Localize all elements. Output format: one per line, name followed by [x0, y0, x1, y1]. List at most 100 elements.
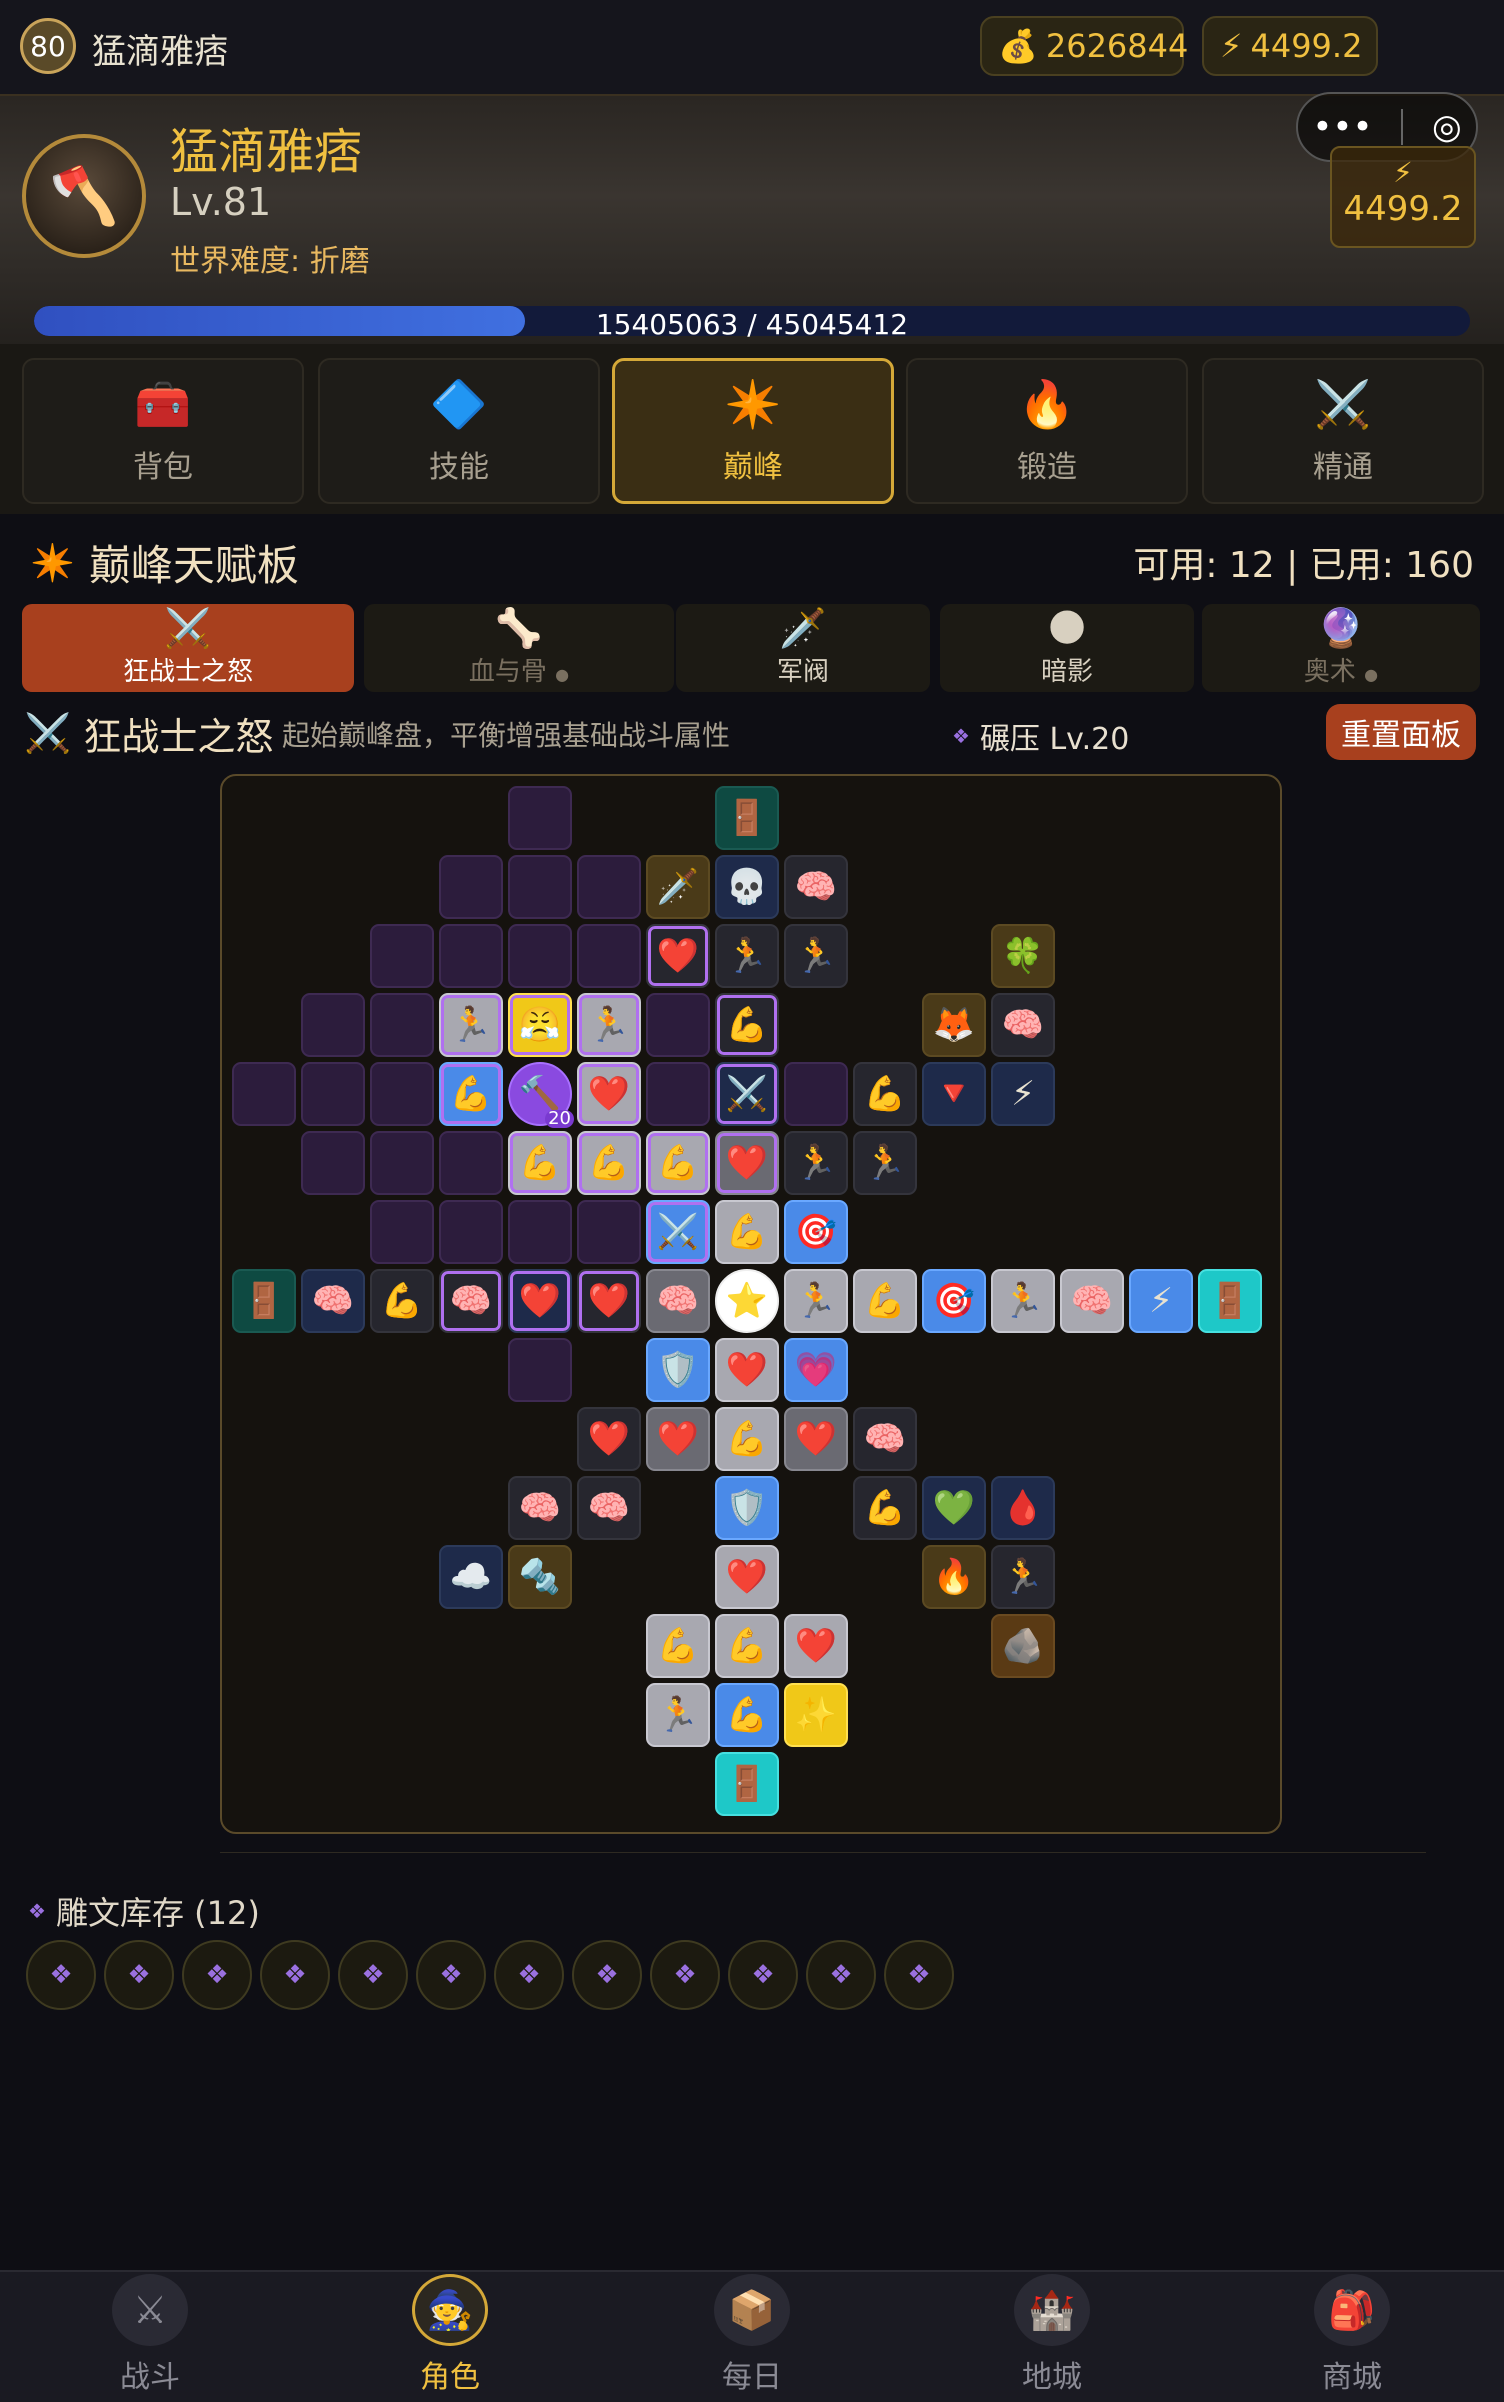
paragon-node[interactable]: 🧠	[991, 993, 1055, 1057]
paragon-node[interactable]: 💪	[715, 993, 779, 1057]
paragon-node-empty[interactable]	[646, 993, 710, 1057]
equipped-glyph[interactable]: ❖ 碾压 Lv.20	[952, 714, 1129, 758]
paragon-node-empty[interactable]	[370, 924, 434, 988]
paragon-node-empty[interactable]	[508, 1200, 572, 1264]
paragon-node[interactable]: 🗡️	[646, 855, 710, 919]
paragon-node-empty[interactable]	[577, 1200, 641, 1264]
paragon-node-empty[interactable]	[439, 1200, 503, 1264]
paragon-node-empty[interactable]	[439, 924, 503, 988]
paragon-node[interactable]: 🏃	[577, 993, 641, 1057]
paragon-node[interactable]: ✨	[784, 1683, 848, 1747]
paragon-node[interactable]: 💪	[439, 1062, 503, 1126]
paragon-node[interactable]: 💪	[715, 1614, 779, 1678]
paragon-node[interactable]: 🧠	[577, 1476, 641, 1540]
paragon-node-empty[interactable]	[232, 1062, 296, 1126]
paragon-node[interactable]: 🚪	[232, 1269, 296, 1333]
paragon-node[interactable]: ❤️	[715, 1338, 779, 1402]
paragon-node[interactable]: 🚪	[1198, 1269, 1262, 1333]
paragon-node-empty[interactable]	[577, 924, 641, 988]
glyph-slot[interactable]: ❖	[338, 1940, 408, 2010]
paragon-node-empty[interactable]	[508, 855, 572, 919]
paragon-node[interactable]: 🎯	[922, 1269, 986, 1333]
glyph-slot[interactable]: ❖	[26, 1940, 96, 2010]
paragon-node[interactable]: 🔥	[922, 1545, 986, 1609]
paragon-node[interactable]: 💪	[646, 1614, 710, 1678]
paragon-node[interactable]: 🏃	[784, 1131, 848, 1195]
paragon-node[interactable]: 🔩	[508, 1545, 572, 1609]
hero-avatar[interactable]: 🪓	[22, 134, 146, 258]
paragon-node[interactable]: ❤️	[784, 1614, 848, 1678]
glyph-slot[interactable]: ❖	[572, 1940, 642, 2010]
tab-mastery[interactable]: ⚔️ 精通	[1202, 358, 1484, 504]
tab-skills[interactable]: 🔷 技能	[318, 358, 600, 504]
paragon-node[interactable]: 💪	[853, 1062, 917, 1126]
paragon-node[interactable]: 🎯	[784, 1200, 848, 1264]
paragon-node[interactable]: 🏃	[646, 1683, 710, 1747]
glyph-slot[interactable]: ❖	[806, 1940, 876, 2010]
glyph-slot[interactable]: ❖	[494, 1940, 564, 2010]
energy-panel[interactable]: ⚡ 4499.2	[1330, 146, 1476, 248]
paragon-node-empty[interactable]	[439, 1131, 503, 1195]
nav-shop[interactable]: 🎒 商城	[1252, 2274, 1452, 2396]
paragon-node[interactable]: 🏃	[439, 993, 503, 1057]
energy-counter[interactable]: ⚡ 4499.2	[1202, 16, 1378, 76]
paragon-node[interactable]: 😤	[508, 993, 572, 1057]
paragon-node[interactable]: ❤️	[577, 1407, 641, 1471]
paragon-node[interactable]: ⚡	[1129, 1269, 1193, 1333]
more-menu-icon[interactable]: •••	[1312, 107, 1372, 147]
paragon-node-empty[interactable]	[301, 1062, 365, 1126]
board-tab-blood-bone[interactable]: 🦴 血与骨 ●	[364, 604, 674, 692]
paragon-node[interactable]: ❤️	[577, 1269, 641, 1333]
paragon-node[interactable]: 🔻	[922, 1062, 986, 1126]
glyph-slot[interactable]: ❖	[104, 1940, 174, 2010]
tab-backpack[interactable]: 🧰 背包	[22, 358, 304, 504]
glyph-slot[interactable]: ❖	[884, 1940, 954, 2010]
paragon-node-empty[interactable]	[301, 1131, 365, 1195]
paragon-node[interactable]: 💪	[370, 1269, 434, 1333]
paragon-node[interactable]: 💚	[922, 1476, 986, 1540]
tab-paragon[interactable]: ✴️ 巅峰	[612, 358, 894, 504]
paragon-node[interactable]: ☁️	[439, 1545, 503, 1609]
paragon-node-empty[interactable]	[370, 1131, 434, 1195]
paragon-node[interactable]: 💪	[853, 1269, 917, 1333]
paragon-node[interactable]: ❤️	[508, 1269, 572, 1333]
paragon-node[interactable]: 💪	[715, 1407, 779, 1471]
paragon-node[interactable]: 🚪	[715, 1752, 779, 1816]
paragon-node[interactable]: ⚔️	[715, 1062, 779, 1126]
paragon-node[interactable]: 💪	[715, 1683, 779, 1747]
board-tab-berserker[interactable]: ⚔️ 狂战士之怒	[22, 604, 354, 692]
paragon-node[interactable]: 🧠	[784, 855, 848, 919]
paragon-node[interactable]: 🛡️	[646, 1338, 710, 1402]
glyph-slot[interactable]: ❖	[182, 1940, 252, 2010]
paragon-node[interactable]: 🧠	[301, 1269, 365, 1333]
paragon-node-empty[interactable]	[508, 1338, 572, 1402]
paragon-node-empty[interactable]	[370, 1062, 434, 1126]
paragon-node[interactable]: 🧠	[646, 1269, 710, 1333]
paragon-node[interactable]: 🚪	[715, 786, 779, 850]
paragon-node[interactable]: ❤️	[577, 1062, 641, 1126]
paragon-node[interactable]: 💪	[853, 1476, 917, 1540]
board-tab-shadow[interactable]: 🌑 暗影	[940, 604, 1194, 692]
paragon-node[interactable]: 🧠	[439, 1269, 503, 1333]
paragon-node[interactable]: 💪	[646, 1131, 710, 1195]
paragon-node[interactable]: 🏃	[784, 1269, 848, 1333]
paragon-node[interactable]: 🏃	[784, 924, 848, 988]
board-tab-arcane[interactable]: 🔮 奥术 ●	[1202, 604, 1480, 692]
nav-dungeon[interactable]: 🏰 地城	[952, 2274, 1152, 2396]
paragon-node-empty[interactable]	[508, 786, 572, 850]
paragon-node[interactable]: 🩸	[991, 1476, 1055, 1540]
nav-character[interactable]: 🧙 角色	[350, 2274, 550, 2396]
paragon-node[interactable]: 🧠	[1060, 1269, 1124, 1333]
reset-board-button[interactable]: 重置面板	[1326, 704, 1476, 760]
paragon-node[interactable]: 🪨	[991, 1614, 1055, 1678]
paragon-node[interactable]: ⚡	[991, 1062, 1055, 1126]
paragon-node[interactable]: ❤️	[646, 1407, 710, 1471]
paragon-node[interactable]: 💪	[577, 1131, 641, 1195]
gold-counter[interactable]: 💰 2626844	[980, 16, 1188, 76]
paragon-node[interactable]: 🦊	[922, 993, 986, 1057]
paragon-node-empty[interactable]	[646, 1062, 710, 1126]
close-target-icon[interactable]: ◎	[1432, 107, 1462, 147]
paragon-node[interactable]: 🏃	[991, 1269, 1055, 1333]
glyph-slot[interactable]: ❖	[728, 1940, 798, 2010]
paragon-node-empty[interactable]	[439, 855, 503, 919]
